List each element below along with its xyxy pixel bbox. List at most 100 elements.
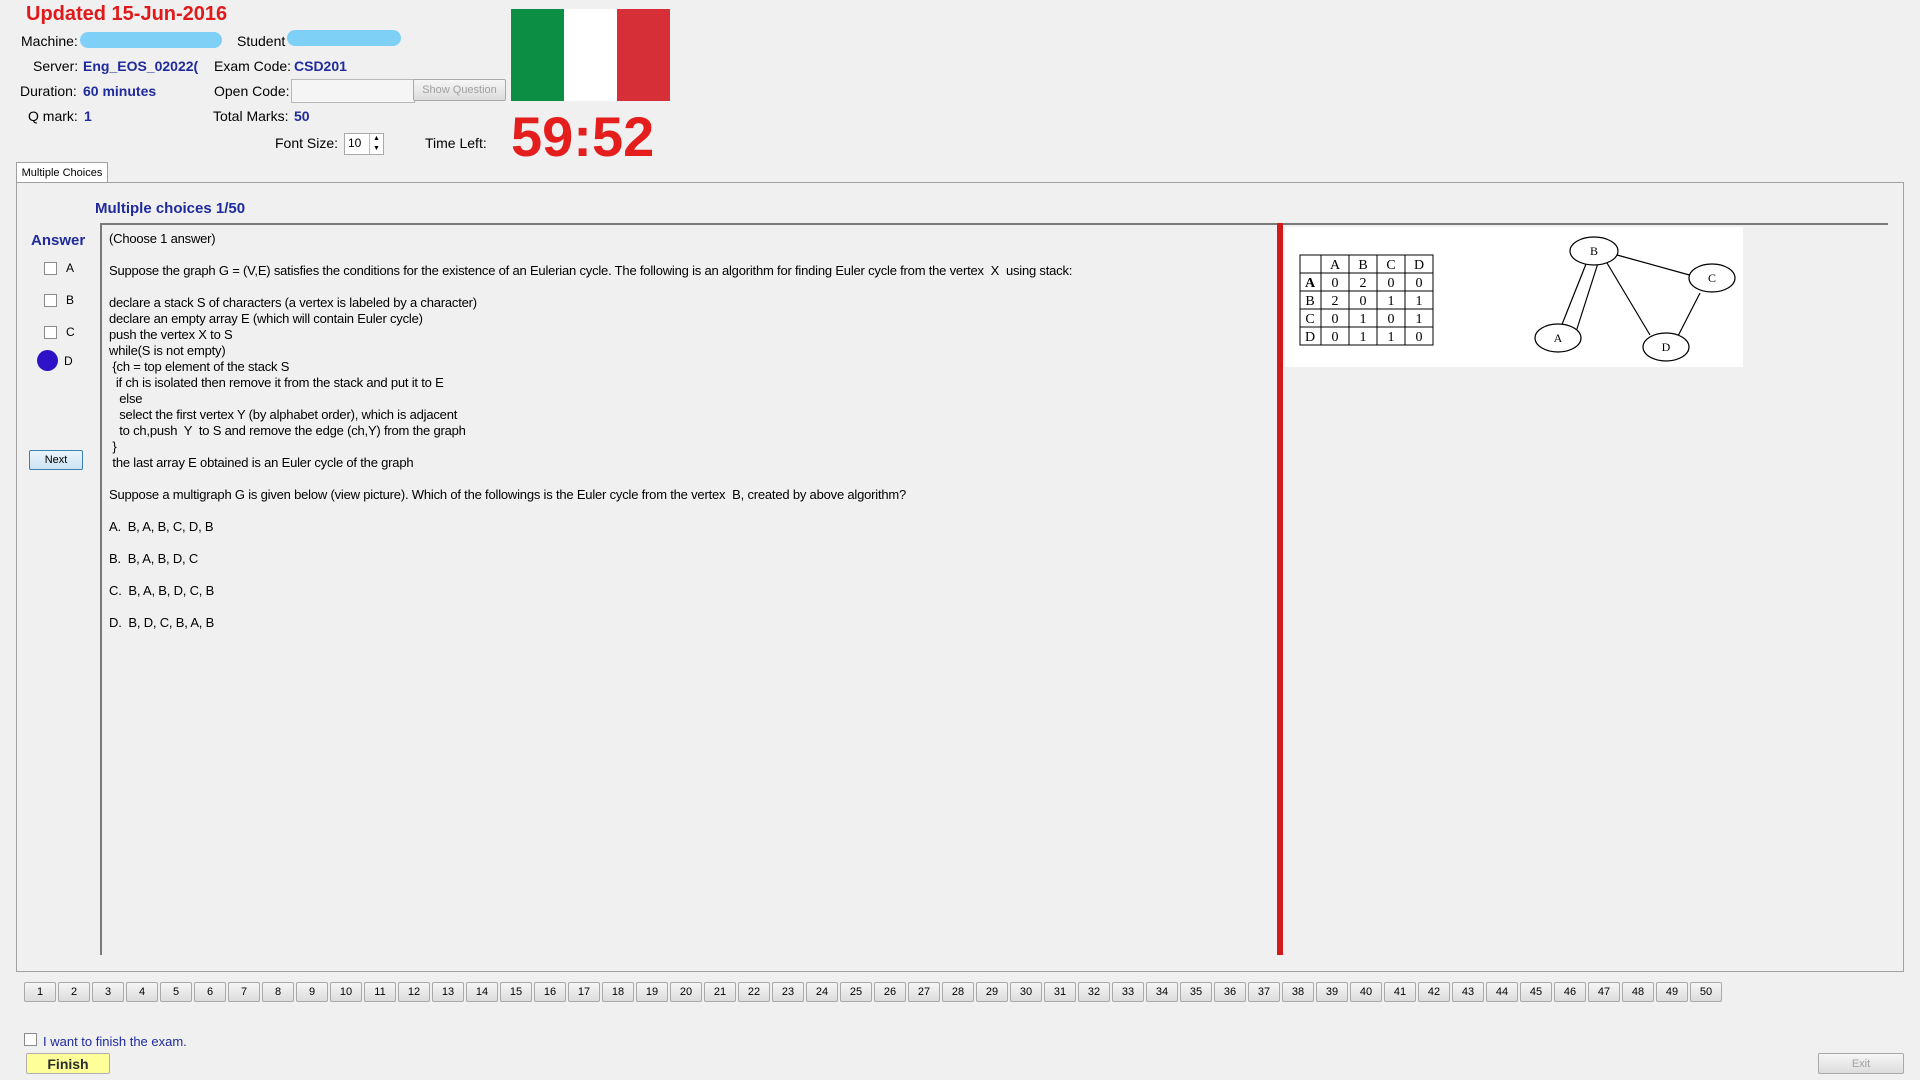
matrix-col-header: C [1386, 258, 1395, 273]
answer-option-c[interactable]: C [44, 325, 75, 339]
student-redacted [287, 30, 401, 46]
open-code-input[interactable] [291, 79, 415, 103]
option-c-label: C [66, 325, 75, 339]
exit-button[interactable]: Exit [1818, 1053, 1904, 1074]
matrix-cell: 1 [1388, 294, 1395, 309]
question-nav-button[interactable]: 26 [874, 982, 906, 1002]
question-nav-button[interactable]: 27 [908, 982, 940, 1002]
spinner-up-icon[interactable]: ▲ [369, 134, 383, 144]
question-nav-button[interactable]: 15 [500, 982, 532, 1002]
matrix-col-header: A [1330, 258, 1341, 273]
question-nav-button[interactable]: 40 [1350, 982, 1382, 1002]
question-nav-button[interactable]: 30 [1010, 982, 1042, 1002]
matrix-cell: 1 [1360, 330, 1367, 345]
matrix-cell: 0 [1416, 330, 1423, 345]
matrix-row-header: A [1305, 276, 1316, 291]
answer-option-d[interactable]: D [37, 350, 73, 371]
node-d-label: D [1662, 340, 1671, 354]
question-nav-button[interactable]: 10 [330, 982, 362, 1002]
question-nav-button[interactable]: 6 [194, 982, 226, 1002]
question-nav-button[interactable]: 19 [636, 982, 668, 1002]
question-nav-button[interactable]: 9 [296, 982, 328, 1002]
question-nav-button[interactable]: 5 [160, 982, 192, 1002]
graph-figure: A B C D A 0 2 0 0 B 2 0 1 1 C 0 1 0 1 D [1299, 236, 1736, 362]
node-a-label: A [1554, 331, 1563, 345]
matrix-cell: 0 [1388, 276, 1395, 291]
finish-checkbox-label[interactable]: I want to finish the exam. [43, 1034, 187, 1049]
question-nav-button[interactable]: 18 [602, 982, 634, 1002]
question-nav-button[interactable]: 42 [1418, 982, 1450, 1002]
question-nav-button[interactable]: 31 [1044, 982, 1076, 1002]
question-nav-button[interactable]: 48 [1622, 982, 1654, 1002]
question-nav-button[interactable]: 13 [432, 982, 464, 1002]
question-nav-button[interactable]: 23 [772, 982, 804, 1002]
question-nav-button[interactable]: 21 [704, 982, 736, 1002]
spinner-down-icon[interactable]: ▼ [369, 144, 383, 154]
question-nav-button[interactable]: 49 [1656, 982, 1688, 1002]
question-nav-button[interactable]: 35 [1180, 982, 1212, 1002]
italy-flag [511, 9, 670, 101]
question-nav-button[interactable]: 11 [364, 982, 396, 1002]
next-button[interactable]: Next [29, 450, 83, 470]
answer-option-b[interactable]: B [44, 293, 74, 307]
checkbox-c[interactable] [44, 325, 57, 339]
finish-checkbox[interactable] [24, 1033, 37, 1046]
checkbox-a[interactable] [44, 261, 57, 275]
question-nav-button[interactable]: 45 [1520, 982, 1552, 1002]
matrix-cell: 0 [1332, 312, 1339, 327]
question-nav-button[interactable]: 8 [262, 982, 294, 1002]
qmark-label: Q mark: [28, 108, 78, 124]
option-a-label: A [66, 261, 75, 275]
question-nav-button[interactable]: 25 [840, 982, 872, 1002]
question-nav-button[interactable]: 3 [92, 982, 124, 1002]
server-value: Eng_EOS_02022( [83, 58, 199, 74]
question-text: (Choose 1 answer) Suppose the graph G = … [109, 231, 1073, 630]
question-nav-button[interactable]: 29 [976, 982, 1008, 1002]
matrix-cell: 0 [1332, 276, 1339, 291]
question-nav-button[interactable]: 47 [1588, 982, 1620, 1002]
question-nav-button[interactable]: 20 [670, 982, 702, 1002]
question-nav-button[interactable]: 39 [1316, 982, 1348, 1002]
checkbox-b[interactable] [44, 293, 57, 307]
question-nav-button[interactable]: 16 [534, 982, 566, 1002]
question-nav-button[interactable]: 44 [1486, 982, 1518, 1002]
adjacency-matrix: A B C D A 0 2 0 0 B 2 0 1 1 C 0 1 0 1 D [1299, 254, 1434, 346]
tab-multiple-choices[interactable]: Multiple Choices [16, 162, 108, 183]
node-b-label: B [1590, 244, 1598, 258]
question-nav-button[interactable]: 50 [1690, 982, 1722, 1002]
total-marks-value: 50 [294, 108, 310, 124]
question-nav-button[interactable]: 1 [24, 982, 56, 1002]
edge-b-c [1616, 254, 1694, 277]
selected-indicator-icon[interactable] [37, 350, 58, 371]
question-nav-button[interactable]: 46 [1554, 982, 1586, 1002]
question-nav-button[interactable]: 36 [1214, 982, 1246, 1002]
question-nav-button[interactable]: 17 [568, 982, 600, 1002]
question-nav-button[interactable]: 24 [806, 982, 838, 1002]
question-nav-button[interactable]: 22 [738, 982, 770, 1002]
exam-code-label: Exam Code: [214, 58, 292, 74]
question-nav-button[interactable]: 38 [1282, 982, 1314, 1002]
question-nav-button[interactable]: 4 [126, 982, 158, 1002]
question-nav-button[interactable]: 28 [942, 982, 974, 1002]
exam-code-value: CSD201 [294, 58, 347, 74]
question-nav-button[interactable]: 37 [1248, 982, 1280, 1002]
question-nav-button[interactable]: 32 [1078, 982, 1110, 1002]
finish-button[interactable]: Finish [26, 1053, 110, 1074]
student-label: Student [237, 33, 286, 49]
question-nav-button[interactable]: 14 [466, 982, 498, 1002]
question-nav-button[interactable]: 12 [398, 982, 430, 1002]
question-nav-button[interactable]: 2 [58, 982, 90, 1002]
question-nav-button[interactable]: 43 [1452, 982, 1484, 1002]
question-nav-button[interactable]: 7 [228, 982, 260, 1002]
matrix-cell: 2 [1360, 276, 1367, 291]
total-marks-label: Total Marks: [213, 108, 289, 124]
matrix-cell: 1 [1388, 330, 1395, 345]
matrix-cell: 0 [1416, 276, 1423, 291]
font-size-spinner[interactable]: 10 ▲ ▼ [344, 133, 384, 155]
question-nav-button[interactable]: 41 [1384, 982, 1416, 1002]
question-nav-button[interactable]: 34 [1146, 982, 1178, 1002]
show-question-button[interactable]: Show Question [413, 79, 506, 101]
answer-option-a[interactable]: A [44, 261, 74, 275]
option-d-label: D [64, 353, 73, 368]
question-nav-button[interactable]: 33 [1112, 982, 1144, 1002]
